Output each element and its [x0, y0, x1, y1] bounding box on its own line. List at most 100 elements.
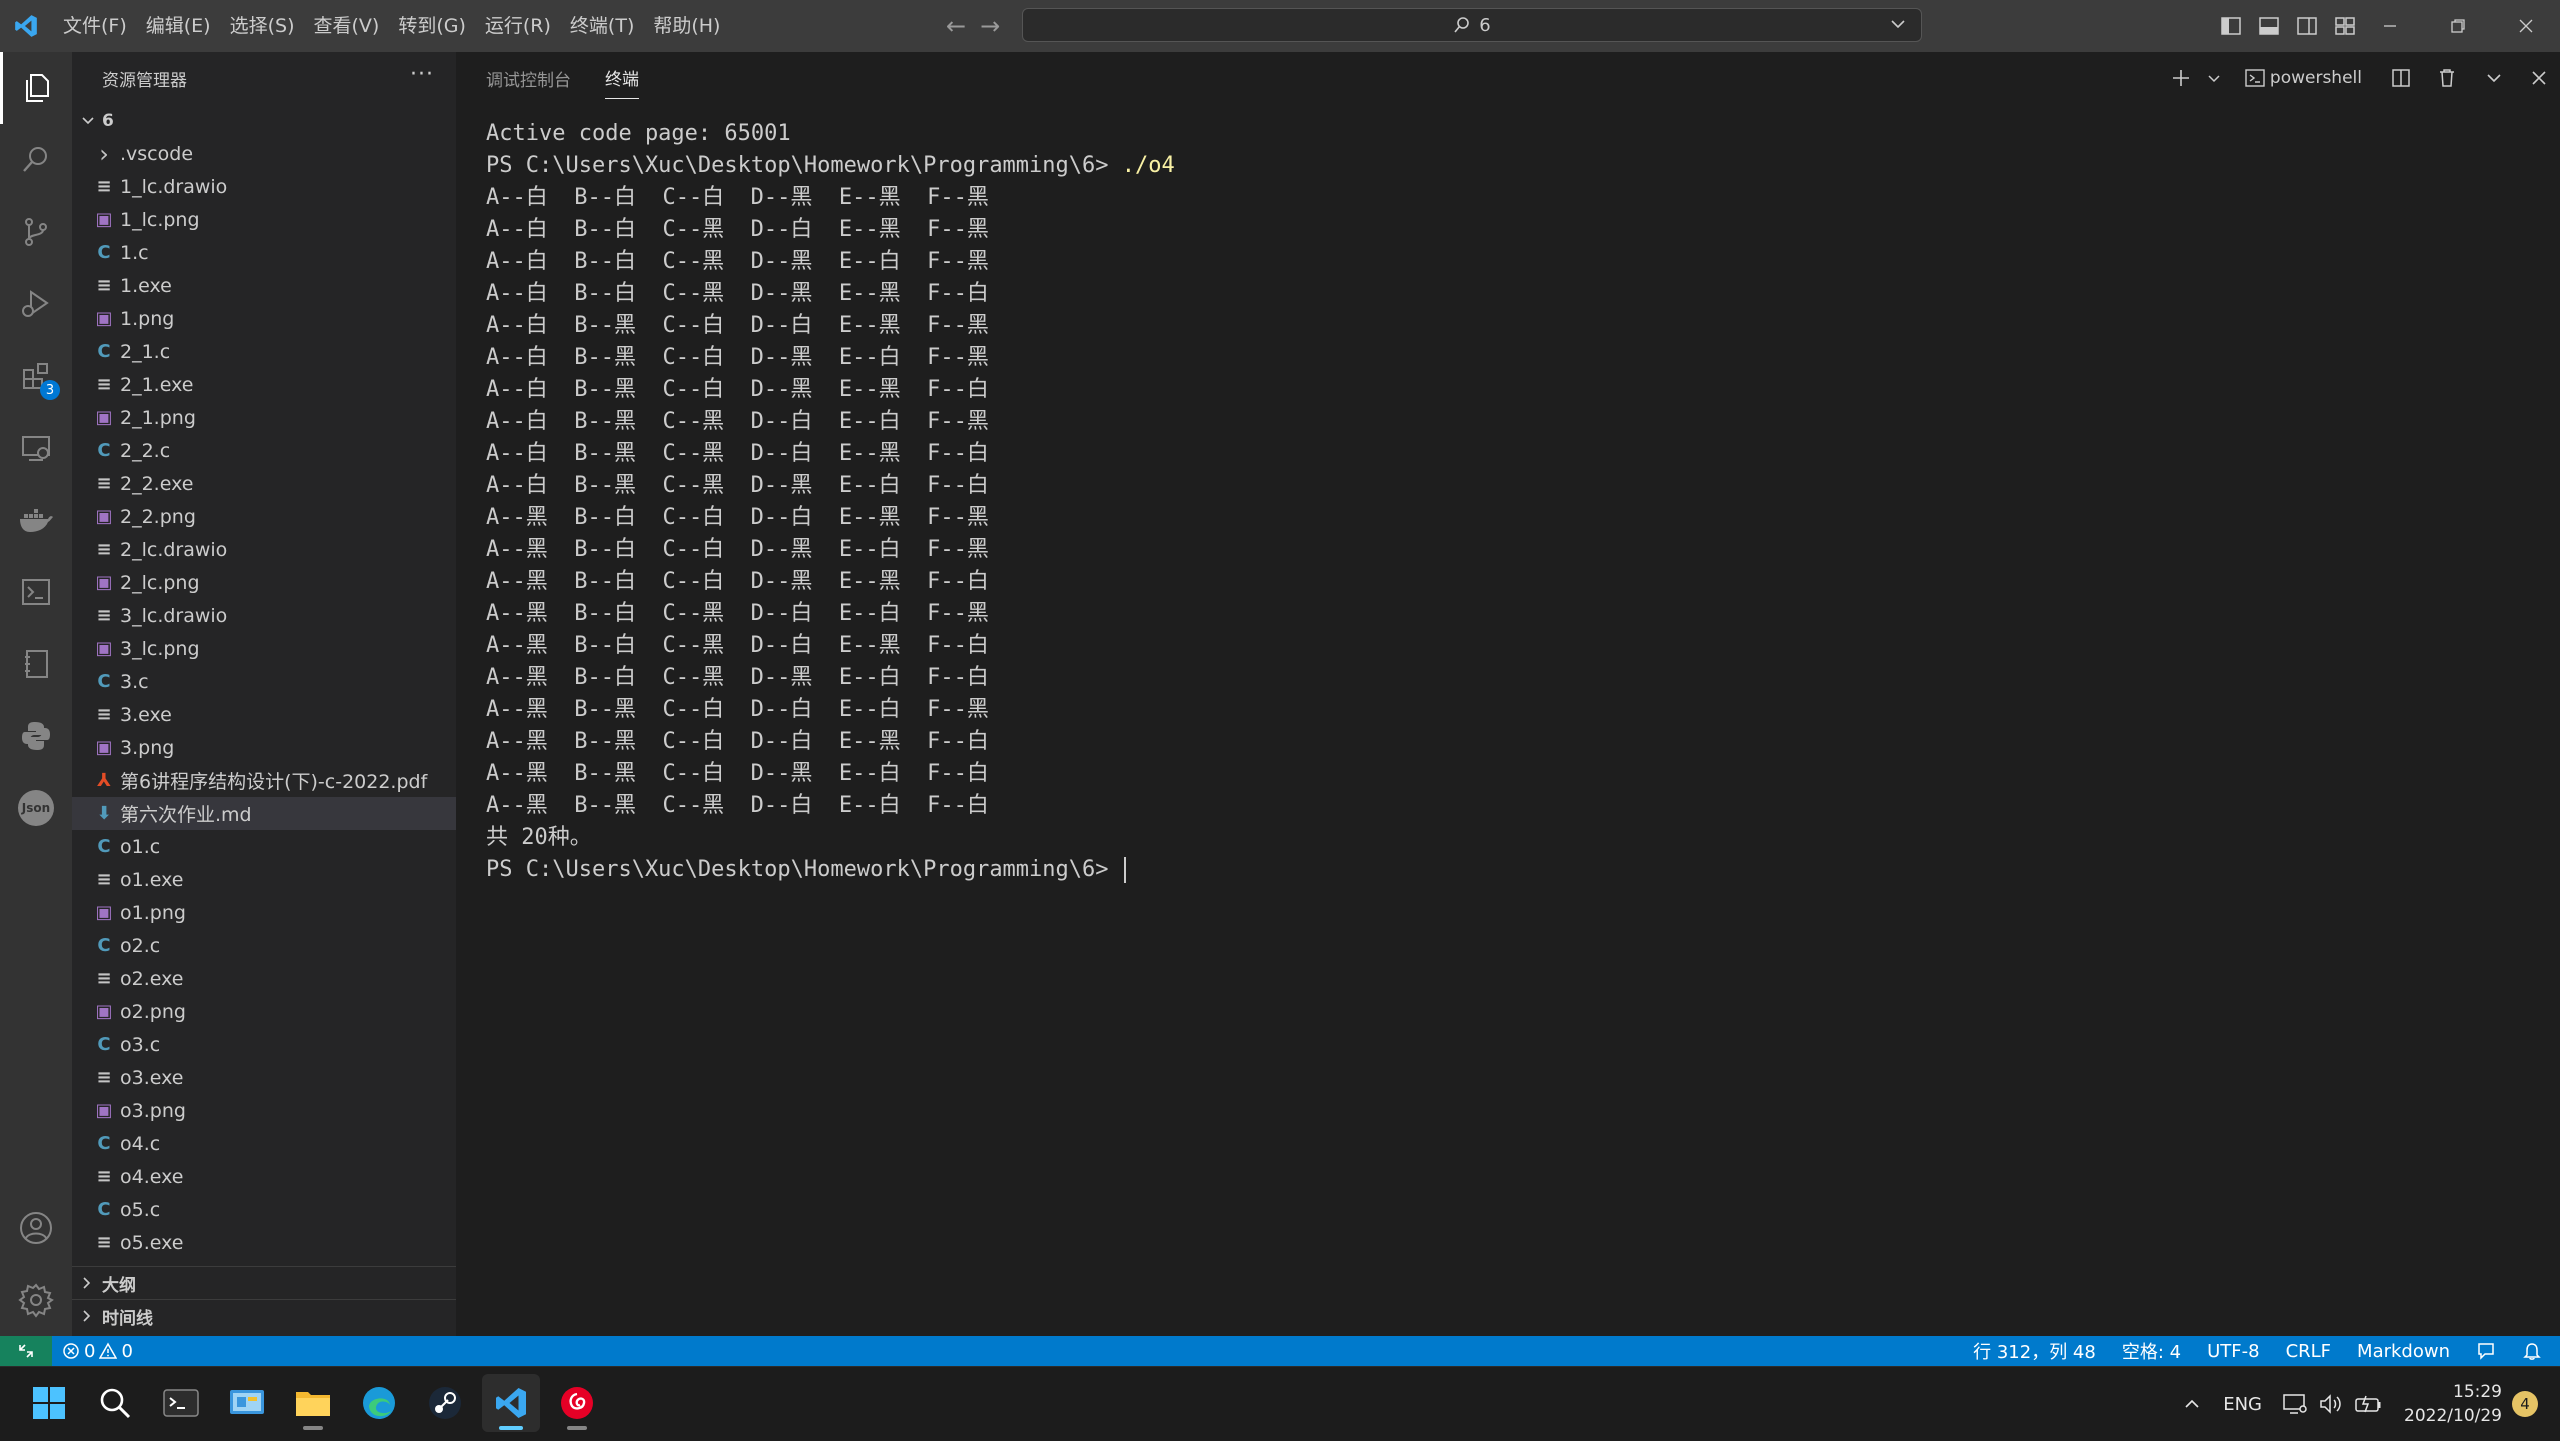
terminal-output[interactable]: Active code page: 65001 PS C:\Users\Xuc\D…: [486, 118, 1175, 886]
explorer-icon[interactable]: [0, 52, 72, 124]
indentation[interactable]: 空格: 4: [2122, 1338, 2181, 1364]
chevron-down-icon[interactable]: [2206, 70, 2222, 86]
folder-root[interactable]: 6: [72, 104, 456, 137]
menu-item[interactable]: 转到(G): [387, 0, 474, 52]
tab-terminal[interactable]: 终端: [605, 57, 639, 99]
encoding[interactable]: UTF-8: [2207, 1341, 2259, 1362]
menu-item[interactable]: 查看(V): [303, 0, 388, 52]
windows-terminal-icon[interactable]: [152, 1374, 210, 1432]
file-item[interactable]: ⅄ 第6讲程序结构设计(下)-c-2022.pdf: [72, 764, 456, 797]
input-language[interactable]: ENG: [2223, 1394, 2262, 1415]
tab-debug-console[interactable]: 调试控制台: [486, 58, 571, 99]
customize-layout-icon[interactable]: [2334, 15, 2356, 37]
run-debug-icon[interactable]: [0, 268, 72, 340]
remote-indicator-icon[interactable]: [0, 1336, 52, 1366]
file-item[interactable]: ▣ 1.png: [72, 302, 456, 335]
file-item[interactable]: ≡ 2_lc.drawio: [72, 533, 456, 566]
battery-icon[interactable]: [2354, 1392, 2382, 1416]
menu-item[interactable]: 文件(F): [52, 0, 135, 52]
file-item[interactable]: ≡ 2_1.exe: [72, 368, 456, 401]
close-button[interactable]: [2492, 0, 2560, 52]
file-item[interactable]: ▣ 1_lc.png: [72, 203, 456, 236]
terminal-selector[interactable]: powershell: [2244, 67, 2362, 89]
windows-start-icon[interactable]: [20, 1374, 78, 1432]
file-explorer-icon[interactable]: [284, 1374, 342, 1432]
close-panel-icon[interactable]: [2530, 69, 2548, 87]
file-item[interactable]: ▣ o2.png: [72, 995, 456, 1028]
control-panel-icon[interactable]: [218, 1374, 276, 1432]
file-item[interactable]: ⬇ 第六次作业.md: [72, 797, 456, 830]
taskbar-search-icon[interactable]: [86, 1374, 144, 1432]
notebook-icon[interactable]: [0, 628, 72, 700]
file-item[interactable]: ▣ 3_lc.png: [72, 632, 456, 665]
vscode-taskbar-icon[interactable]: [482, 1374, 540, 1432]
file-item[interactable]: ≡ o3.exe: [72, 1061, 456, 1094]
command-center-search[interactable]: 6: [1022, 8, 1922, 42]
clock[interactable]: 15:29 2022/10/29: [2404, 1380, 2502, 1428]
file-item[interactable]: C 3.c: [72, 665, 456, 698]
timeline-section[interactable]: 时间线: [72, 1299, 456, 1332]
menu-item[interactable]: 终端(T): [559, 0, 642, 52]
file-item[interactable]: ≡ o2.exe: [72, 962, 456, 995]
chevron-down-icon[interactable]: [1887, 13, 1909, 35]
file-item[interactable]: ≡ 1_lc.drawio: [72, 170, 456, 203]
restore-button[interactable]: [2424, 0, 2492, 52]
file-item[interactable]: Co2.c: [72, 929, 456, 962]
toggle-panel-icon[interactable]: [2258, 15, 2280, 37]
json-icon[interactable]: Json: [0, 772, 72, 844]
toggle-primary-sidebar-icon[interactable]: [2220, 15, 2242, 37]
python-icon[interactable]: [0, 700, 72, 772]
language-mode[interactable]: Markdown: [2357, 1341, 2450, 1362]
edge-browser-icon[interactable]: [350, 1374, 408, 1432]
volume-icon[interactable]: [2318, 1392, 2344, 1416]
forward-arrow-icon[interactable]: →: [980, 12, 1000, 40]
menu-item[interactable]: 运行(R): [474, 0, 559, 52]
toggle-secondary-sidebar-icon[interactable]: [2296, 15, 2318, 37]
notifications-bell-icon[interactable]: [2522, 1341, 2542, 1361]
file-item[interactable]: ▣ o1.png: [72, 896, 456, 929]
file-item[interactable]: ▣ 2_2.png: [72, 500, 456, 533]
more-actions-icon[interactable]: ···: [410, 62, 434, 87]
file-item[interactable]: ≡ o5.exe: [72, 1226, 456, 1259]
netease-music-icon[interactable]: [548, 1374, 606, 1432]
chevron-up-icon[interactable]: [2181, 1393, 2203, 1415]
problems-indicator[interactable]: 0 0: [62, 1341, 133, 1362]
file-item[interactable]: ▣ 2_1.png: [72, 401, 456, 434]
file-item[interactable]: ≡ 2_2.exe: [72, 467, 456, 500]
new-terminal-icon[interactable]: [2170, 67, 2192, 89]
notification-badge[interactable]: 4: [2512, 1391, 2538, 1417]
network-icon[interactable]: [2282, 1392, 2308, 1416]
file-item[interactable]: Co5.c: [72, 1193, 456, 1226]
end-of-line[interactable]: CRLF: [2286, 1341, 2331, 1362]
file-item[interactable]: C 2_2.c: [72, 434, 456, 467]
menu-item[interactable]: 编辑(E): [135, 0, 219, 52]
settings-gear-icon[interactable]: [0, 1264, 72, 1336]
chevron-down-icon[interactable]: [2484, 68, 2504, 88]
file-item[interactable]: Co3.c: [72, 1028, 456, 1061]
file-item[interactable]: ≡ 3_lc.drawio: [72, 599, 456, 632]
file-item[interactable]: Co1.c: [72, 830, 456, 863]
file-item[interactable]: C 1.c: [72, 236, 456, 269]
cursor-position[interactable]: 行 312，列 48: [1973, 1338, 2096, 1364]
file-item[interactable]: ▣ 2_lc.png: [72, 566, 456, 599]
docker-icon[interactable]: [0, 484, 72, 556]
steam-icon[interactable]: [416, 1374, 474, 1432]
back-arrow-icon[interactable]: ←: [946, 12, 966, 40]
file-item[interactable]: ≡ o1.exe: [72, 863, 456, 896]
file-item[interactable]: Co4.c: [72, 1127, 456, 1160]
feedback-icon[interactable]: [2476, 1341, 2496, 1361]
minimize-button[interactable]: [2356, 0, 2424, 52]
file-item[interactable]: ▣ o3.png: [72, 1094, 456, 1127]
search-icon[interactable]: [0, 124, 72, 196]
accounts-icon[interactable]: [0, 1192, 72, 1264]
source-control-icon[interactable]: [0, 196, 72, 268]
file-item[interactable]: C 2_1.c: [72, 335, 456, 368]
trash-icon[interactable]: [2436, 67, 2458, 89]
file-item[interactable]: ≡ 3.exe: [72, 698, 456, 731]
split-terminal-icon[interactable]: [2390, 67, 2412, 89]
outline-section[interactable]: 大纲: [72, 1266, 456, 1299]
menu-item[interactable]: 选择(S): [219, 0, 303, 52]
extensions-icon[interactable]: 3: [0, 340, 72, 412]
folder-item[interactable]: › .vscode: [72, 137, 456, 170]
file-item[interactable]: ≡ 1.exe: [72, 269, 456, 302]
